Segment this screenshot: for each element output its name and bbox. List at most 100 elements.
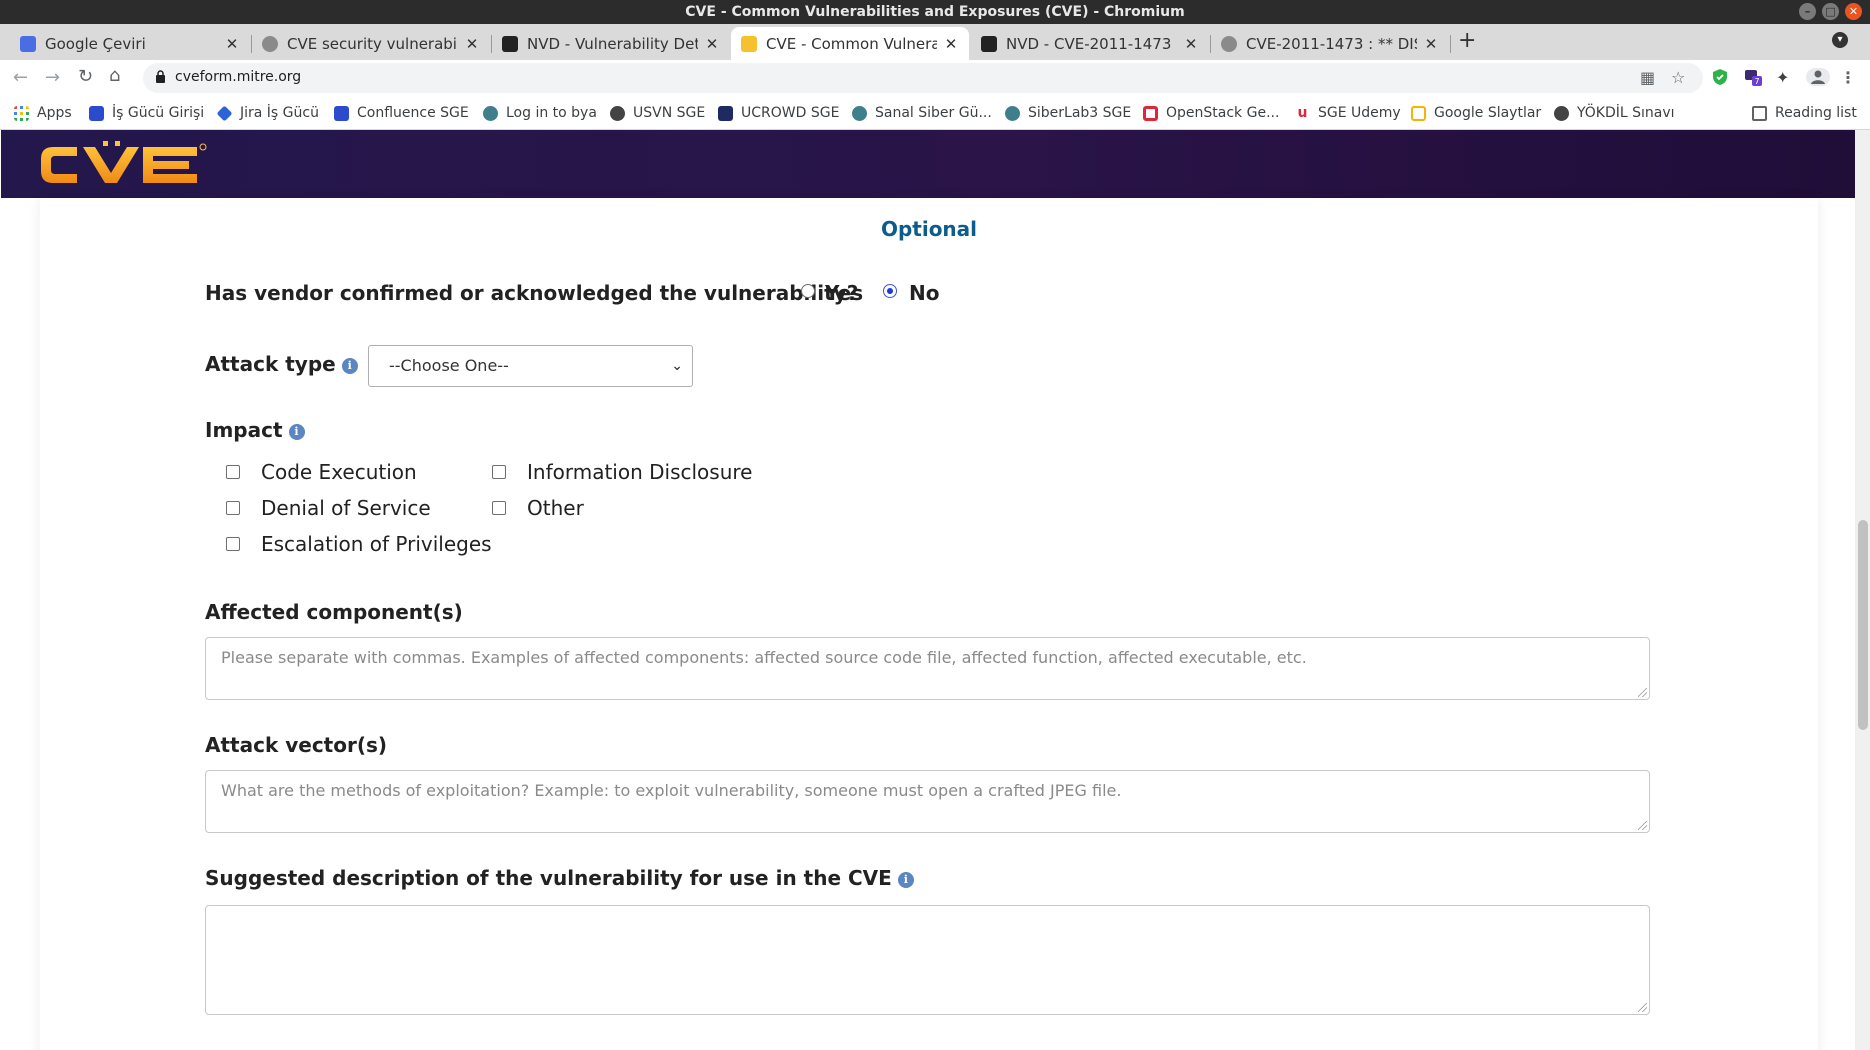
udemy-icon: u [1297, 104, 1308, 121]
tab-google-translate[interactable]: Google Çeviri ✕ [10, 27, 250, 60]
bookmark-label: Apps [37, 105, 72, 121]
tab-cve-disputed[interactable]: CVE-2011-1473 : ** DISPUT ✕ [1211, 27, 1449, 60]
scrollbar-thumb[interactable] [1858, 520, 1868, 730]
tab-close-icon[interactable]: ✕ [224, 35, 240, 53]
resize-grip-icon[interactable] [1638, 688, 1647, 697]
close-window-button[interactable]: ✕ [1845, 3, 1862, 20]
impact-label: Impact i [205, 418, 305, 442]
gear-bookmark-icon [1005, 105, 1020, 121]
maximize-button[interactable]: □ [1822, 3, 1839, 20]
puzzle-extensions-icon[interactable]: ✦ [1776, 68, 1789, 87]
info-icon[interactable]: i [341, 357, 358, 374]
impact-label-text: Impact [205, 418, 283, 442]
tab-close-icon[interactable]: ✕ [1423, 35, 1439, 53]
bookmark-is-gucu-girisi[interactable]: İş Gücü Girişi [89, 102, 204, 124]
impact-denial-of-service-label[interactable]: Denial of Service [261, 496, 431, 520]
tab-title: NVD - Vulnerability Detail [527, 34, 698, 53]
shield-extension-icon[interactable] [1711, 68, 1729, 86]
qr-code-icon[interactable]: ▦ [1640, 68, 1655, 87]
slides-icon [1411, 105, 1426, 121]
tab-nvd-cve-2011-1473[interactable]: NVD - CVE-2011-1473 ✕ [971, 27, 1209, 60]
bookmark-jira[interactable]: Jira İş Gücü [216, 102, 319, 124]
globe-icon [1221, 35, 1237, 52]
resize-grip-icon[interactable] [1638, 821, 1647, 830]
window-title: CVE - Common Vulnerabilities and Exposur… [685, 4, 1185, 20]
gear-bookmark-icon [852, 105, 867, 121]
impact-information-disclosure-label[interactable]: Information Disclosure [527, 460, 752, 484]
bookmark-sge-udemy[interactable]: u SGE Udemy [1295, 102, 1401, 124]
shield-bookmark-icon [718, 105, 733, 121]
bookmark-openstack[interactable]: OpenStack Ge... [1143, 102, 1279, 124]
address-bar[interactable] [143, 63, 1703, 93]
resize-grip-icon[interactable] [1638, 1003, 1647, 1012]
tab-cve-active[interactable]: CVE - Common Vulnerabil ✕ [731, 27, 969, 60]
browser-menu-icon[interactable]: ⋮ [1840, 68, 1856, 87]
description-textarea[interactable] [205, 905, 1650, 1015]
tab-cve-security[interactable]: CVE security vulnerability ✕ [252, 27, 490, 60]
reload-icon[interactable]: ↻ [78, 66, 93, 87]
new-tab-plus-icon[interactable]: + [1458, 28, 1476, 53]
bookmark-apps[interactable]: Apps [14, 102, 72, 124]
attack-vectors-placeholder: What are the methods of exploitation? Ex… [221, 781, 1122, 800]
tab-nvd-detail[interactable]: NVD - Vulnerability Detail ✕ [492, 27, 730, 60]
back-arrow-icon[interactable]: ← [13, 67, 28, 88]
bookmark-label: Sanal Siber Gü... [875, 105, 992, 121]
extension-badge-icon[interactable]: 7 [1744, 68, 1762, 86]
description-label-text: Suggested description of the vulnerabili… [205, 866, 892, 890]
confluence-icon [334, 105, 349, 121]
bookmark-yokdil[interactable]: YÖKDİL Sınavı [1554, 102, 1675, 124]
nvd-icon [981, 35, 997, 52]
impact-other-checkbox[interactable] [492, 501, 506, 515]
bookmark-label: SiberLab3 SGE [1028, 105, 1132, 121]
svg-text:7: 7 [1754, 77, 1759, 86]
impact-escalation-checkbox[interactable] [226, 537, 240, 551]
vendor-yes-radio[interactable] [801, 284, 815, 298]
bookmarks-bar: Apps İş Gücü Girişi Jira İş Gücü Conflue… [0, 96, 1870, 130]
attack-vectors-textarea[interactable]: What are the methods of exploitation? Ex… [205, 770, 1650, 833]
bookmark-log-in-to-bya[interactable]: Log in to bya [483, 102, 597, 124]
info-icon[interactable]: i [288, 423, 305, 440]
bookmark-star-icon[interactable]: ☆ [1671, 68, 1685, 87]
profile-avatar-icon[interactable] [1806, 68, 1830, 86]
google-translate-icon [20, 35, 36, 52]
bookmark-label: İş Gücü Girişi [112, 105, 205, 121]
attack-vectors-label: Attack vector(s) [205, 733, 388, 757]
jira-icon [216, 105, 233, 121]
tab-title: NVD - CVE-2011-1473 [1006, 34, 1172, 53]
tab-close-icon[interactable]: ✕ [704, 35, 720, 53]
url-text[interactable]: cveform.mitre.org [175, 69, 301, 85]
impact-code-execution-label[interactable]: Code Execution [261, 460, 417, 484]
globe-icon [262, 35, 278, 52]
impact-information-disclosure-checkbox[interactable] [492, 465, 506, 479]
vendor-no-radio[interactable] [883, 284, 897, 298]
bookmark-sanal-siber[interactable]: Sanal Siber Gü... [852, 102, 992, 124]
bookmark-google-slaytlar[interactable]: Google Slaytlar [1411, 102, 1541, 124]
attack-type-label-text: Attack type [205, 352, 336, 376]
impact-denial-of-service-checkbox[interactable] [226, 501, 240, 515]
bookmark-confluence-sge[interactable]: Confluence SGE [334, 102, 469, 124]
tab-close-icon[interactable]: ✕ [464, 35, 480, 53]
affected-components-textarea[interactable]: Please separate with commas. Examples of… [205, 637, 1650, 700]
reading-list-button[interactable]: Reading list [1752, 102, 1857, 124]
attack-type-select[interactable]: --Choose One-- ⌄ [368, 345, 693, 387]
impact-escalation-label[interactable]: Escalation of Privileges [261, 532, 492, 556]
impact-other-label[interactable]: Other [527, 496, 584, 520]
vendor-no-label[interactable]: No [909, 281, 939, 305]
tab-search-icon[interactable]: ▾ [1832, 32, 1848, 48]
section-title-optional: Optional [880, 217, 978, 241]
forward-arrow-icon[interactable]: → [45, 67, 60, 88]
tab-close-icon[interactable]: ✕ [1183, 35, 1199, 53]
cve-logo[interactable] [39, 141, 209, 189]
bookmark-ucrowd-sge[interactable]: UCROWD SGE [718, 102, 839, 124]
confluence-icon [89, 105, 104, 121]
minimize-button[interactable]: – [1799, 3, 1816, 20]
bookmark-usvn-sge[interactable]: USVN SGE [610, 102, 705, 124]
page-scrollbar[interactable] [1855, 130, 1870, 1050]
home-icon[interactable]: ⌂ [109, 65, 120, 86]
bookmark-label: YÖKDİL Sınavı [1577, 105, 1675, 121]
vendor-yes-label[interactable]: Yes [825, 281, 863, 305]
impact-code-execution-checkbox[interactable] [226, 465, 240, 479]
info-icon[interactable]: i [897, 871, 914, 888]
bookmark-siberlab3-sge[interactable]: SiberLab3 SGE [1005, 102, 1131, 124]
tab-close-icon[interactable]: ✕ [943, 35, 959, 53]
